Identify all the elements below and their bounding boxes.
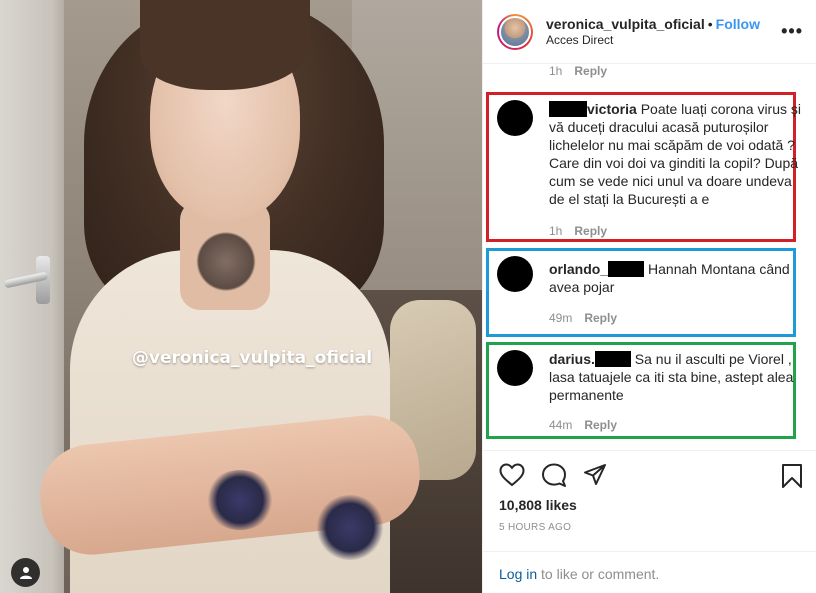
previous-comment-meta: 1h Reply (549, 64, 607, 78)
comment-body: darius. Sa nu il asculti pe Viorel , las… (549, 350, 803, 404)
likes-count[interactable]: 10,808 likes (499, 497, 577, 513)
comment-body: victoria Poate luați corona virus și vă … (549, 100, 803, 208)
post-actions: 10,808 likes 5 HOURS AGO Log in to like … (483, 450, 816, 593)
avatar-image (499, 15, 531, 48)
heart-icon[interactable] (499, 463, 525, 487)
reply-button[interactable]: Reply (574, 64, 607, 78)
login-prompt-text: to like or comment. (537, 566, 660, 582)
tagged-user-button[interactable] (11, 558, 40, 587)
comment-time: 49m (549, 311, 573, 325)
follow-button[interactable]: Follow (716, 16, 760, 32)
post-location[interactable]: Acces Direct (546, 32, 760, 48)
author-username[interactable]: veronica_vulpita_oficial (546, 16, 705, 32)
arm-tattoo (205, 470, 275, 530)
neck-tattoo (195, 230, 257, 300)
comment-body: orlando_ Hannah Montana când avea pojar (549, 260, 803, 296)
comment-time: 1h (549, 64, 563, 78)
post-header: veronica_vulpita_oficial • Follow Acces Di… (483, 0, 816, 64)
bookmark-button[interactable] (781, 463, 803, 489)
comment-time: 44m (549, 418, 573, 432)
separator-dot: • (707, 15, 713, 32)
author-avatar[interactable] (497, 13, 533, 50)
action-icons (499, 463, 607, 487)
post-photo[interactable]: @veronica_vulpita_oficial (0, 0, 482, 593)
comment-meta: 1h Reply (549, 224, 607, 238)
bookmark-icon[interactable] (781, 463, 803, 489)
header-line: veronica_vulpita_oficial • Follow (546, 16, 760, 32)
reply-button[interactable]: Reply (584, 418, 617, 432)
post-side-panel: veronica_vulpita_oficial • Follow Acces Di… (482, 0, 816, 593)
comment-meta: 49m Reply (549, 311, 617, 325)
post-timestamp: 5 HOURS AGO (499, 522, 572, 533)
comment-meta: 44m Reply (549, 418, 617, 432)
commenter-avatar[interactable] (497, 100, 533, 136)
commenter-username[interactable]: victoria (549, 101, 637, 117)
redaction-bar (594, 351, 631, 367)
person-icon (19, 566, 32, 579)
login-prompt: Log in to like or comment. (483, 551, 816, 593)
photo-watermark: @veronica_vulpita_oficial (131, 348, 373, 368)
commenter-avatar[interactable] (497, 350, 533, 386)
redaction-bar (608, 261, 645, 277)
header-text: veronica_vulpita_oficial • Follow Acces Di… (546, 16, 760, 48)
reply-button[interactable]: Reply (584, 311, 617, 325)
login-link[interactable]: Log in (499, 566, 537, 582)
redaction-bar (549, 101, 587, 117)
reply-button[interactable]: Reply (574, 224, 607, 238)
comment-icon[interactable] (541, 463, 567, 487)
commenter-username[interactable]: darius. (549, 351, 631, 367)
share-icon[interactable] (583, 463, 607, 487)
commenter-avatar[interactable] (497, 256, 533, 292)
more-options-icon[interactable]: ••• (781, 22, 803, 40)
commenter-username[interactable]: orlando_ (549, 261, 645, 277)
arm-tattoo (315, 495, 385, 560)
comment-time: 1h (549, 224, 563, 238)
hair-bangs (140, 0, 310, 90)
comments-list[interactable]: 1h Reply victoria Poate luați corona viru… (483, 64, 816, 450)
